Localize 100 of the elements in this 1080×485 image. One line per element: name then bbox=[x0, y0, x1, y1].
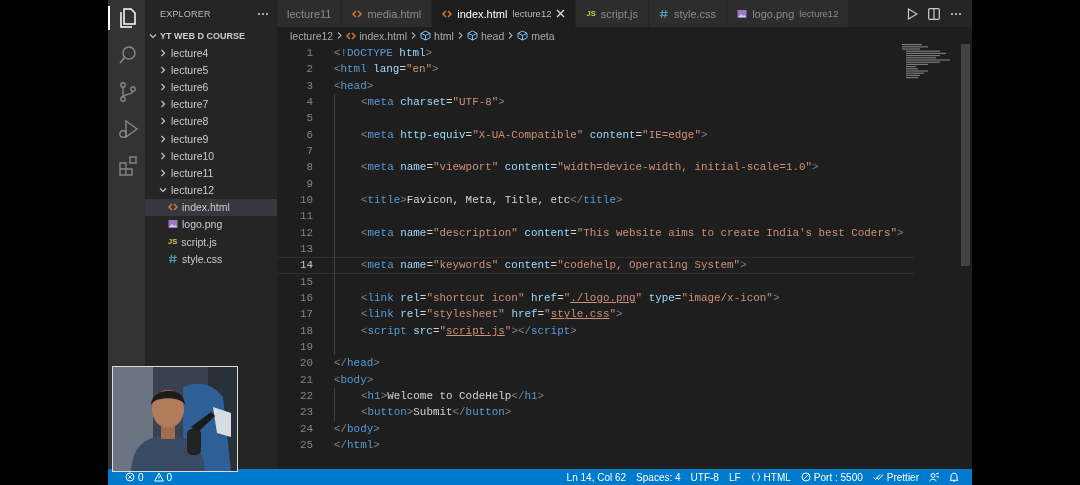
close-icon bbox=[556, 9, 566, 18]
split-editor-icon bbox=[928, 7, 940, 20]
html-file-icon bbox=[168, 202, 178, 213]
line-number: 25 bbox=[298, 439, 313, 452]
more-icon bbox=[257, 11, 269, 16]
line-number: 10 bbox=[298, 194, 313, 207]
html-file-icon bbox=[442, 8, 453, 19]
breadcrumb-item[interactable]: lecture12 bbox=[290, 29, 334, 42]
breadcrumb-item[interactable]: meta bbox=[531, 29, 555, 42]
line-number: 21 bbox=[298, 373, 313, 386]
line-number: 23 bbox=[298, 406, 313, 419]
folder-item[interactable]: lecture6 bbox=[171, 80, 209, 93]
scrollbar-thumb[interactable] bbox=[961, 44, 970, 266]
file-item[interactable]: style.css bbox=[182, 252, 223, 265]
folder-item[interactable]: lecture7 bbox=[171, 98, 209, 111]
code-line: <script src="script.js"></script> bbox=[361, 324, 577, 337]
folder-item[interactable]: lecture11 bbox=[171, 166, 214, 179]
status-item[interactable]: 0 bbox=[138, 471, 144, 483]
folder-item[interactable]: lecture10 bbox=[171, 149, 215, 162]
html-file-icon bbox=[352, 8, 363, 19]
status-item[interactable]: Spaces: 4 bbox=[636, 471, 681, 483]
feedback-icon[interactable] bbox=[929, 472, 939, 482]
play-icon bbox=[907, 7, 918, 20]
line-number: 9 bbox=[305, 177, 313, 190]
chevron-down-icon bbox=[149, 31, 157, 40]
folder-item[interactable]: lecture9 bbox=[171, 132, 209, 145]
double-check-icon bbox=[872, 472, 884, 482]
folder-item[interactable]: lecture8 bbox=[171, 115, 209, 128]
line-number: 22 bbox=[298, 390, 313, 403]
chevron-right-icon bbox=[507, 31, 515, 40]
chevron-right-icon bbox=[410, 31, 418, 40]
status-item[interactable]: LF bbox=[728, 471, 741, 483]
line-number: 13 bbox=[298, 243, 313, 256]
folder-item[interactable]: lecture5 bbox=[171, 63, 209, 76]
code-line: </body> bbox=[334, 422, 380, 435]
line-number: 16 bbox=[298, 292, 313, 305]
code-line: <meta name="viewport" content="width=device-width, initial-scale=1.0"> bbox=[361, 161, 819, 174]
code-line: <button>Submit</button> bbox=[361, 406, 512, 419]
code-line: <body> bbox=[334, 373, 374, 386]
editor-tab[interactable]: index.html lecture12 bbox=[432, 0, 577, 27]
no-entry-icon bbox=[800, 472, 811, 482]
editor-tab[interactable]: style.css bbox=[648, 0, 728, 27]
warning-icon bbox=[153, 472, 164, 482]
code-line: <h1>Welcome to CodeHelp</h1> bbox=[361, 390, 545, 403]
code-line: </head> bbox=[334, 357, 380, 370]
image-file-icon bbox=[737, 8, 748, 19]
code-line: <head> bbox=[334, 79, 374, 92]
hash-icon bbox=[168, 253, 178, 264]
hash-icon bbox=[658, 8, 669, 19]
breadcrumb-item[interactable]: html bbox=[434, 29, 454, 42]
more-icon bbox=[950, 11, 962, 16]
line-number: 19 bbox=[298, 341, 313, 354]
section-title[interactable]: YT WEB D COURSE bbox=[160, 30, 245, 41]
folder-item[interactable]: lecture4 bbox=[171, 46, 209, 59]
html-file-icon bbox=[346, 30, 357, 41]
status-item[interactable]: UTF-8 bbox=[690, 471, 719, 483]
code-line: <html lang="en"> bbox=[334, 63, 439, 76]
cube-icon bbox=[517, 30, 529, 41]
status-item[interactable]: Ln 14, Col 62 bbox=[566, 471, 627, 483]
folder-item[interactable]: lecture12 bbox=[171, 184, 215, 197]
editor-tab[interactable]: logo.png lecture12 bbox=[727, 0, 850, 27]
cube-icon bbox=[466, 30, 478, 41]
status-item[interactable]: HTML bbox=[763, 471, 791, 483]
line-number: 14 bbox=[298, 259, 313, 272]
breadcrumb-item[interactable]: index.html bbox=[359, 29, 408, 42]
image-file-icon bbox=[168, 219, 178, 230]
bell-icon[interactable] bbox=[949, 472, 959, 482]
code-line: <link rel="stylesheet" href="style.css"> bbox=[361, 308, 623, 321]
chevron-right-icon bbox=[456, 31, 464, 40]
code-line: <meta name="description" content="This website aims to create India's best Coders"> bbox=[361, 226, 904, 239]
status-item[interactable]: 0 bbox=[166, 471, 173, 483]
code-line: <!DOCTYPE html> bbox=[334, 47, 433, 60]
line-number: 24 bbox=[298, 422, 313, 435]
cube-icon bbox=[420, 30, 432, 41]
line-number: 1 bbox=[305, 47, 313, 60]
file-item[interactable]: script.js bbox=[181, 235, 217, 248]
status-item[interactable]: Prettier bbox=[886, 471, 919, 483]
code-line: <link rel="shortcut icon" href="./logo.png" type="image/x-icon"> bbox=[361, 292, 780, 305]
line-number: 5 bbox=[305, 112, 313, 125]
code-line: </html> bbox=[334, 439, 380, 452]
line-number: 7 bbox=[305, 145, 313, 158]
line-number: 12 bbox=[298, 226, 313, 239]
editor-tab[interactable]: media.html bbox=[342, 0, 433, 27]
code-line: <title>Favicon, Meta, Title, etc</title> bbox=[361, 194, 623, 207]
braces-icon bbox=[750, 472, 761, 482]
line-number: 8 bbox=[305, 161, 313, 174]
file-item[interactable]: logo.png bbox=[182, 218, 223, 231]
status-item[interactable]: Port : 5500 bbox=[813, 471, 863, 483]
line-number: 6 bbox=[305, 128, 313, 141]
line-number: 15 bbox=[298, 275, 313, 288]
breadcrumb-item[interactable]: head bbox=[480, 29, 505, 42]
chevron-right-icon bbox=[336, 31, 344, 40]
error-icon bbox=[125, 472, 135, 482]
code-line: <meta http-equiv="X-UA-Compatible" content="IE=edge"> bbox=[361, 128, 708, 141]
minimap-drawing bbox=[902, 44, 950, 80]
code-line: <meta charset="UTF-8"> bbox=[361, 96, 505, 109]
editor-tab[interactable]: lecture11 bbox=[277, 0, 343, 27]
sidebar-title: EXPLORER bbox=[160, 8, 211, 19]
code-line: <meta name="keywords" content="codehelp, Operating System"> bbox=[361, 259, 747, 272]
line-number: 4 bbox=[305, 96, 313, 109]
